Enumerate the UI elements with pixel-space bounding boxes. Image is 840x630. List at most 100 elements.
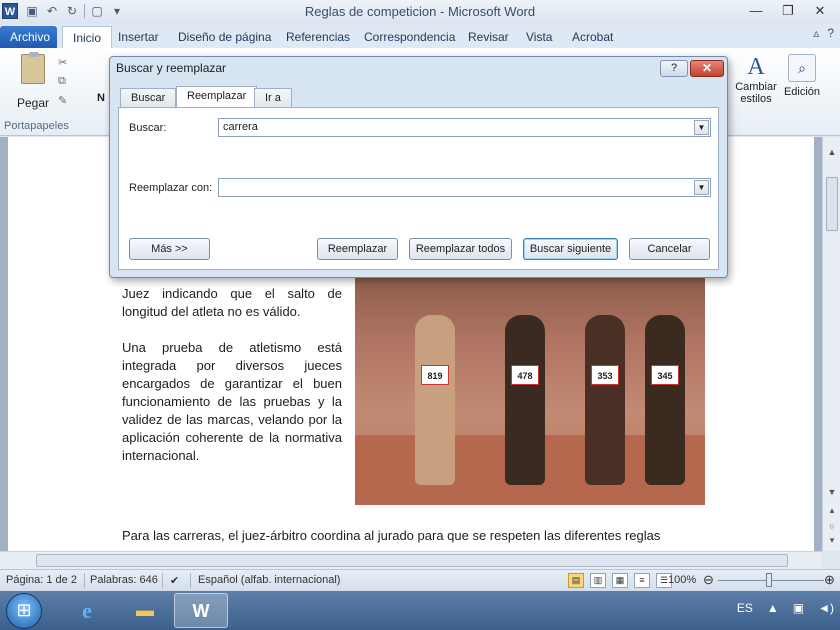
bib-353: 353 bbox=[591, 365, 619, 385]
clipboard-small-buttons: ✂ ⧉ ✎ bbox=[58, 56, 67, 107]
editing-label: Edición bbox=[783, 86, 821, 98]
find-label: Buscar: bbox=[129, 122, 167, 134]
print-layout-icon[interactable]: ▤ bbox=[568, 573, 584, 588]
binoculars-icon: ⌕ bbox=[788, 54, 816, 82]
cut-icon[interactable]: ✂ bbox=[58, 56, 67, 69]
tab-buscar[interactable]: Buscar bbox=[120, 88, 177, 108]
more-button[interactable]: Más >> bbox=[129, 238, 210, 260]
page-count[interactable]: Página: 1 de 2 bbox=[6, 574, 77, 586]
runner-2: 478 bbox=[505, 315, 545, 485]
tab-diseno-pagina[interactable]: Diseño de página bbox=[168, 26, 281, 48]
tab-acrobat[interactable]: Acrobat bbox=[562, 26, 623, 48]
tab-revisar[interactable]: Revisar bbox=[458, 26, 519, 48]
styles-icon: A bbox=[747, 54, 765, 80]
find-replace-dialog: Buscar y reemplazar ? ✕ Buscar Reemplaza… bbox=[109, 56, 728, 278]
horizontal-scrollbar[interactable] bbox=[0, 551, 822, 569]
close-icon[interactable]: ✕ bbox=[806, 1, 834, 21]
dialog-help-button[interactable]: ? bbox=[660, 60, 688, 77]
runner-1: 819 bbox=[415, 315, 455, 485]
tab-referencias[interactable]: Referencias bbox=[276, 26, 360, 48]
replace-button[interactable]: Reemplazar bbox=[317, 238, 398, 260]
paste-label: Pegar bbox=[16, 96, 50, 110]
show-hidden-icons-icon[interactable]: ▲ bbox=[767, 601, 779, 615]
tab-archivo[interactable]: Archivo bbox=[0, 26, 57, 48]
window-buttons: — ❐ ✕ bbox=[742, 1, 834, 21]
proofing-icon[interactable]: ✔ bbox=[170, 574, 179, 587]
find-value: carrera bbox=[223, 121, 258, 133]
internet-explorer-icon[interactable]: e bbox=[60, 593, 114, 628]
dialog-title: Buscar y reemplazar bbox=[116, 61, 227, 75]
tab-insertar[interactable]: Insertar bbox=[108, 26, 169, 48]
help-icon[interactable]: ? bbox=[827, 26, 834, 40]
replace-all-button[interactable]: Reemplazar todos bbox=[409, 238, 512, 260]
dialog-close-button[interactable]: ✕ bbox=[690, 60, 724, 77]
paste-button[interactable]: Pegar bbox=[14, 52, 52, 110]
bib-478: 478 bbox=[511, 365, 539, 385]
athletes-photo[interactable]: 819 478 353 345 bbox=[355, 270, 705, 505]
status-divider bbox=[190, 573, 191, 588]
view-buttons: ▤ ▥ ▦ ≡ ☰ bbox=[568, 573, 672, 588]
outline-view-icon[interactable]: ≡ bbox=[634, 573, 650, 588]
reading-view-icon[interactable]: ▥ bbox=[590, 573, 606, 588]
web-layout-icon[interactable]: ▦ bbox=[612, 573, 628, 588]
vertical-scroll-thumb[interactable] bbox=[826, 177, 838, 231]
photo-caption: Juez indicando que el salto de longitud … bbox=[122, 286, 342, 319]
zoom-slider-knob[interactable] bbox=[766, 573, 772, 587]
zoom-out-icon[interactable]: ⊖ bbox=[703, 572, 714, 588]
language-status[interactable]: Español (alfab. internacional) bbox=[198, 574, 340, 586]
input-language[interactable]: ES bbox=[737, 601, 753, 615]
next-page-icon[interactable]: ▾ bbox=[823, 535, 840, 546]
cancel-button[interactable]: Cancelar bbox=[629, 238, 710, 260]
tab-correspondencia[interactable]: Correspondencia bbox=[354, 26, 465, 48]
tab-reemplazar[interactable]: Reemplazar bbox=[176, 86, 258, 108]
replace-dropdown-icon[interactable]: ▼ bbox=[694, 180, 709, 195]
word-taskbar-icon[interactable]: W bbox=[174, 593, 228, 628]
restore-icon[interactable]: ❐ bbox=[774, 1, 802, 21]
scroll-up-icon[interactable]: ▲ bbox=[823, 147, 840, 157]
scroll-down-icon[interactable]: ▼ bbox=[823, 487, 840, 497]
bold-button[interactable]: N bbox=[97, 92, 105, 104]
volume-icon[interactable]: ◄) bbox=[818, 601, 834, 615]
browse-object-icon[interactable]: ○ bbox=[823, 521, 840, 531]
title-bar: W ▣ ↶ ↻ ▢ ▾ Reglas de competicion - Micr… bbox=[0, 0, 840, 24]
replace-input[interactable]: ▼ bbox=[218, 178, 711, 197]
word-count[interactable]: Palabras: 646 bbox=[90, 574, 158, 586]
file-explorer-icon[interactable]: ▬ bbox=[118, 593, 172, 628]
taskbar: e ▬ W ES ▲ ▣ ◄) bbox=[0, 591, 840, 630]
replace-label: Reemplazar con: bbox=[129, 182, 213, 194]
window-title: Reglas de competicion - Microsoft Word bbox=[304, 4, 536, 19]
status-divider bbox=[84, 573, 85, 588]
prev-page-icon[interactable]: ▴ bbox=[823, 505, 840, 516]
tab-vista[interactable]: Vista bbox=[516, 26, 562, 48]
change-styles-label-2: estilos bbox=[740, 93, 772, 105]
format-painter-icon[interactable]: ✎ bbox=[58, 94, 67, 107]
clipboard-icon bbox=[21, 52, 45, 84]
find-next-button[interactable]: Buscar siguiente bbox=[523, 238, 618, 260]
network-icon[interactable]: ▣ bbox=[793, 601, 804, 615]
editing-button[interactable]: ⌕ Edición bbox=[780, 54, 824, 98]
runner-3: 353 bbox=[585, 315, 625, 485]
zoom-in-icon[interactable]: ⊕ bbox=[824, 572, 835, 588]
horizontal-scroll-thumb[interactable] bbox=[36, 554, 788, 567]
tab-ir-a[interactable]: Ir a bbox=[254, 88, 292, 108]
zoom-level[interactable]: 100% bbox=[668, 574, 696, 586]
find-dropdown-icon[interactable]: ▼ bbox=[694, 120, 709, 135]
change-styles-button[interactable]: A Cambiar estilos bbox=[734, 54, 778, 105]
system-tray: ES ▲ ▣ ◄) bbox=[737, 601, 834, 615]
minimize-icon[interactable]: — bbox=[742, 1, 770, 21]
dialog-body: Buscar: carrera ▼ Reemplazar con: ▼ Más … bbox=[118, 107, 719, 270]
ribbon-help-buttons: ▵ ? bbox=[813, 26, 834, 40]
bib-345: 345 bbox=[651, 365, 679, 385]
runner-4: 345 bbox=[645, 315, 685, 485]
start-button[interactable] bbox=[6, 593, 42, 629]
change-styles-label-1: Cambiar bbox=[735, 81, 777, 93]
group-label-portapapeles: Portapapeles bbox=[4, 120, 69, 132]
vertical-scrollbar[interactable]: ▲ ▼ ▴ ○ ▾ bbox=[822, 137, 840, 551]
collapse-ribbon-icon[interactable]: ▵ bbox=[813, 26, 819, 40]
status-divider bbox=[162, 573, 163, 588]
document-text-column: Juez indicando que el salto de longitud … bbox=[122, 285, 342, 483]
copy-icon[interactable]: ⧉ bbox=[58, 75, 67, 88]
find-input[interactable]: carrera ▼ bbox=[218, 118, 711, 137]
tab-inicio[interactable]: Inicio bbox=[62, 26, 113, 48]
paragraph-races: Para las carreras, el juez-árbitro coord… bbox=[122, 528, 661, 543]
